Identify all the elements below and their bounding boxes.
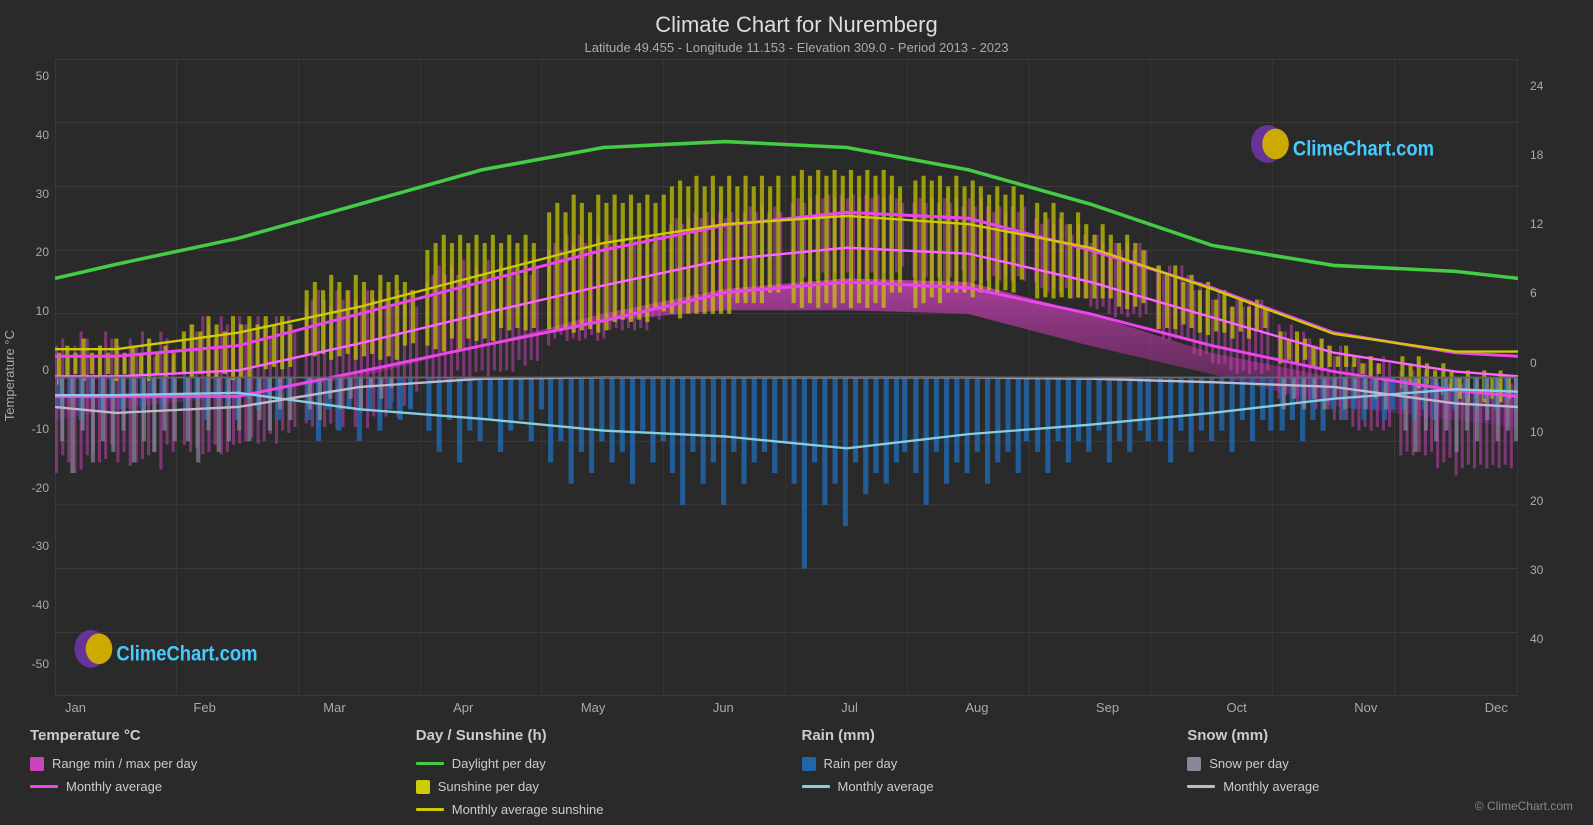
legend-section-rain: Rain (mm) Rain per day Monthly average (802, 727, 1188, 817)
x-jun: Jun (713, 700, 734, 715)
legend-label-rain-avg: Monthly average (838, 779, 934, 794)
y-right-18: 18 (1530, 148, 1543, 162)
y-left-n10: -10 (32, 422, 49, 436)
legend-color-temp-range (30, 757, 44, 771)
x-may: May (581, 700, 606, 715)
y-left-n20: -20 (32, 481, 49, 495)
x-apr: Apr (453, 700, 473, 715)
legend-item-daylight: Daylight per day (416, 756, 802, 771)
legend-label-sunshine-bars: Sunshine per day (438, 779, 539, 794)
legend-item-temp-avg: Monthly average (30, 779, 416, 794)
chart-area: ClimeChart.com ClimeChart.com (55, 59, 1518, 696)
chart-svg: ClimeChart.com ClimeChart.com (55, 59, 1518, 696)
legend-item-rain-bars: Rain per day (802, 756, 1188, 771)
legend-title-rain: Rain (mm) (802, 727, 1188, 744)
legend-label-rain-bars: Rain per day (824, 756, 898, 771)
chart-subtitle: Latitude 49.455 - Longitude 11.153 - Ele… (0, 40, 1593, 55)
legend-item-temp-range: Range min / max per day (30, 756, 416, 771)
legend-label-temp-avg: Monthly average (66, 779, 162, 794)
y-right-30: 30 (1530, 563, 1543, 577)
chart-header: Climate Chart for Nuremberg Latitude 49.… (0, 0, 1593, 59)
legend-area: Temperature °C Range min / max per day M… (0, 715, 1593, 825)
y-right-12: 12 (1530, 217, 1543, 231)
legend-color-snow-bars (1187, 757, 1201, 771)
legend-label-daylight: Daylight per day (452, 756, 546, 771)
y-right-6: 6 (1530, 286, 1537, 300)
legend-item-sunshine-bars: Sunshine per day (416, 779, 802, 794)
y-left-0: 0 (42, 363, 49, 377)
legend-section-temperature: Temperature °C Range min / max per day M… (30, 727, 416, 817)
chart-container: Climate Chart for Nuremberg Latitude 49.… (0, 0, 1593, 825)
legend-label-snow-avg: Monthly average (1223, 779, 1319, 794)
y-left-20: 20 (36, 245, 49, 259)
y-right-20: 20 (1530, 494, 1543, 508)
legend-color-snow-avg (1187, 785, 1215, 788)
legend-item-snow-bars: Snow per day (1187, 756, 1573, 771)
y-axis-left-label: Temperature °C (2, 330, 17, 421)
copyright: © ClimeChart.com (1475, 799, 1573, 813)
legend-color-sunshine-avg (416, 808, 444, 811)
y-axis-right: 24 18 12 6 0 10 20 30 40 Day / Sunshine … (1518, 59, 1593, 696)
x-jan: Jan (65, 700, 86, 715)
y-left-40: 40 (36, 128, 49, 142)
y-right-40: 40 (1530, 632, 1543, 646)
legend-title-sunshine: Day / Sunshine (h) (416, 727, 802, 744)
y-right-24: 24 (1530, 79, 1543, 93)
x-nov: Nov (1354, 700, 1377, 715)
x-mar: Mar (323, 700, 345, 715)
x-feb: Feb (193, 700, 215, 715)
legend-item-rain-avg: Monthly average (802, 779, 1188, 794)
y-left-n50: -50 (32, 657, 49, 671)
legend-item-sunshine-avg: Monthly average sunshine (416, 802, 802, 817)
legend-label-temp-range: Range min / max per day (52, 756, 197, 771)
y-right-10: 10 (1530, 425, 1543, 439)
legend-color-rain-bars (802, 757, 816, 771)
legend-label-snow-bars: Snow per day (1209, 756, 1289, 771)
svg-text:ClimeChart.com: ClimeChart.com (1293, 138, 1434, 162)
legend-title-snow: Snow (mm) (1187, 727, 1573, 744)
x-axis: Jan Feb Mar Apr May Jun Jul Aug Sep Oct … (65, 696, 1508, 715)
x-axis-container: Jan Feb Mar Apr May Jun Jul Aug Sep Oct … (55, 696, 1518, 715)
legend-color-sunshine-bars (416, 780, 430, 794)
chart-title: Climate Chart for Nuremberg (0, 12, 1593, 38)
legend-item-snow-avg: Monthly average (1187, 779, 1573, 794)
y-left-n30: -30 (32, 539, 49, 553)
chart-main: 50 40 30 20 10 0 -10 -20 -30 -40 -50 (0, 59, 1593, 696)
legend-section-sunshine: Day / Sunshine (h) Daylight per day Suns… (416, 727, 802, 817)
legend-color-daylight (416, 762, 444, 765)
x-jul: Jul (841, 700, 858, 715)
y-left-50: 50 (36, 69, 49, 83)
legend-color-rain-avg (802, 785, 830, 788)
x-dec: Dec (1485, 700, 1508, 715)
x-sep: Sep (1096, 700, 1119, 715)
x-oct: Oct (1227, 700, 1247, 715)
y-left-30: 30 (36, 187, 49, 201)
y-left-10: 10 (36, 304, 49, 318)
legend-color-temp-avg (30, 785, 58, 788)
svg-text:ClimeChart.com: ClimeChart.com (116, 642, 257, 666)
y-right-0: 0 (1530, 356, 1537, 370)
legend-label-sunshine-avg: Monthly average sunshine (452, 802, 604, 817)
y-left-n40: -40 (32, 598, 49, 612)
x-aug: Aug (965, 700, 988, 715)
legend-title-temperature: Temperature °C (30, 727, 416, 744)
